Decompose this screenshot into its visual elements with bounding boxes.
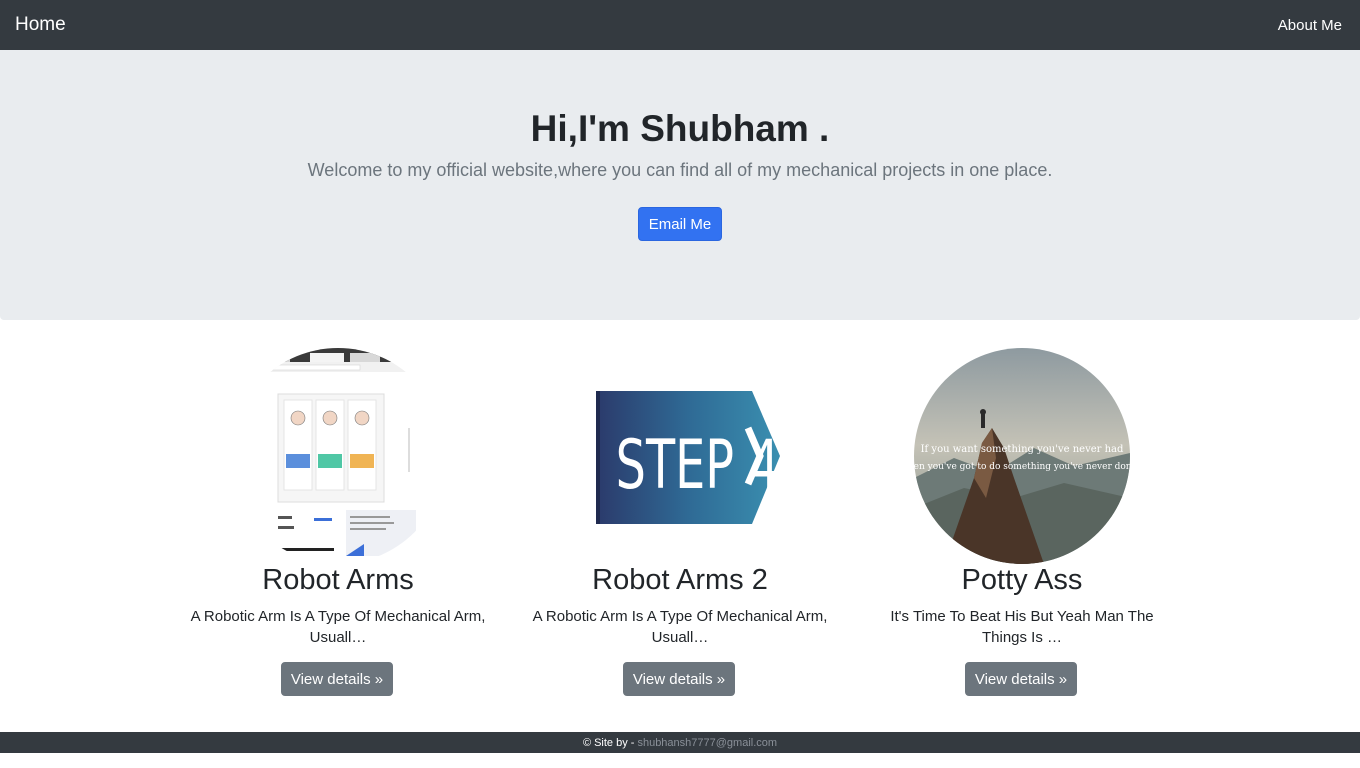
project-card-robot-arms-2: STEP 4 Robot Arms 2 A Robotic Arm Is A T… [509,348,851,696]
hero-lead: Welcome to my official website,where you… [307,160,1053,180]
view-details-button[interactable]: View details » [965,662,1077,696]
mountain-quote-photo: If you want something you've never had t… [914,348,1130,564]
project-card-potty-ass: If you want something you've never had t… [851,348,1193,696]
website-screenshot-thumbnail [230,348,446,564]
svg-text:then you've got to do somethin: then you've got to do something you've n… [914,462,1130,472]
footer: © Site by - shubhansh7777@gmail.com [0,732,1360,753]
card-text: It's Time To Beat His But Yeah Man The T… [890,608,1154,646]
navbar: Home About Me [0,0,1360,50]
card-text: A Robotic Arm Is A Type Of Mechanical Ar… [532,608,828,646]
step-4-banner: STEP 4 [572,348,788,564]
card-title: Potty Ass [961,564,1083,596]
footer-email-link[interactable]: shubhansh7777@gmail.com [637,737,777,749]
home-link[interactable]: Home [15,14,66,36]
card-title: Robot Arms 2 [592,564,768,596]
hero-title: Hi,I'm Shubham . [530,108,830,149]
footer-credit: © Site by - [582,736,635,749]
hero-section: Hi,I'm Shubham . Welcome to my official … [0,50,1360,320]
about-me-link[interactable]: About Me [1278,17,1345,34]
view-details-button[interactable]: View details » [623,662,735,696]
svg-text:If you want something you've n: If you want something you've never had [921,444,1124,455]
view-details-button[interactable]: View details » [281,662,393,696]
project-card-robot-arms: Robot Arms A Robotic Arm Is A Type Of Me… [167,348,509,696]
email-me-button[interactable]: Email Me [638,207,722,241]
card-text: A Robotic Arm Is A Type Of Mechanical Ar… [190,608,486,646]
card-title: Robot Arms [262,564,414,596]
